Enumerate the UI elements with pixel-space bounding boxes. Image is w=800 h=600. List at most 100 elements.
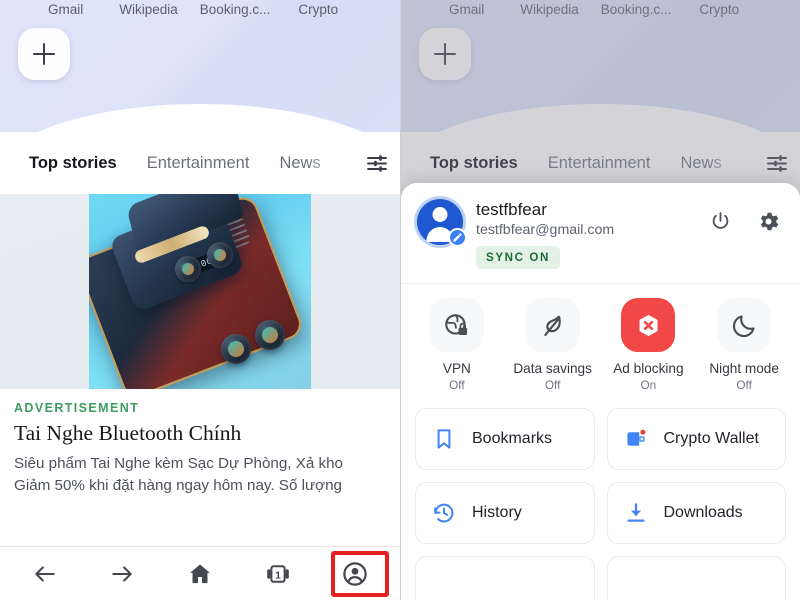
download-icon bbox=[624, 501, 648, 525]
history-glyph bbox=[434, 503, 454, 523]
nav-profile-button[interactable] bbox=[331, 554, 379, 594]
nav-back-button[interactable] bbox=[21, 554, 69, 594]
tabs-fade-overlay bbox=[308, 132, 354, 194]
article-subtitle-line-2: Giảm 50% khi đặt hàng ngay hôm nay. Số l… bbox=[14, 477, 342, 495]
quick-toggle-vpn[interactable]: VPN Off bbox=[409, 298, 505, 392]
account-name: testfbfear bbox=[476, 200, 547, 219]
top-site-crypto[interactable]: Crypto bbox=[298, 2, 338, 17]
quick-toggle-ad-blocking[interactable]: Ad blocking On bbox=[601, 298, 697, 392]
menu-tiles-grid: Bookmarks Crypto Wallet History Download… bbox=[401, 402, 800, 600]
arrow-left-icon bbox=[35, 565, 55, 582]
wallet-glyph bbox=[626, 429, 645, 446]
top-site-label: Wikipedia bbox=[119, 2, 178, 17]
top-site-label: Gmail bbox=[48, 2, 84, 17]
wallet-badge-dot bbox=[639, 429, 645, 435]
menu-tile-label: Downloads bbox=[663, 504, 743, 521]
speed-dial-header: Gmail Wikipedia Booking.c... Crypto bbox=[0, 0, 400, 132]
nav-home-button[interactable] bbox=[176, 554, 224, 594]
article-card[interactable]: 100 ADVERTISEMENT Tai Nghe Bluetooth Chí… bbox=[0, 194, 400, 498]
article-subtitle-line-1: Siêu phẩm Tai Nghe kèm Sạc Dự Phòng, Xả … bbox=[14, 455, 344, 472]
leaf-glyph bbox=[544, 315, 561, 336]
add-shortcut-button[interactable] bbox=[18, 28, 70, 80]
quick-toggle-state: On bbox=[640, 378, 657, 392]
sign-out-button[interactable] bbox=[704, 205, 736, 237]
moon-icon bbox=[717, 298, 772, 352]
quick-toggle-state: Off bbox=[449, 378, 465, 392]
screenshot-stage: Gmail Wikipedia Booking.c... Crypto Top … bbox=[0, 0, 800, 600]
article-body: ADVERTISEMENT Tai Nghe Bluetooth Chính S… bbox=[0, 389, 400, 497]
category-tabs: Top stories Entertainment News Spo bbox=[0, 154, 354, 173]
quick-toggle-night-mode[interactable]: Night mode Off bbox=[696, 298, 792, 392]
power-icon bbox=[712, 211, 728, 229]
download-glyph bbox=[626, 503, 645, 522]
account-email: testfbfear@gmail.com bbox=[476, 222, 615, 238]
article-image: 100 bbox=[0, 194, 400, 389]
top-site-label: Crypto bbox=[298, 2, 339, 17]
earbud-loose-1 bbox=[221, 334, 251, 364]
account-header[interactable]: testfbfear testfbfear@gmail.com SYNC ON bbox=[401, 183, 800, 269]
tab-entertainment[interactable]: Entertainment bbox=[132, 154, 265, 173]
menu-tile-crypto-wallet[interactable]: Crypto Wallet bbox=[606, 408, 786, 470]
avatar[interactable] bbox=[417, 199, 467, 247]
top-sites-row: Gmail Wikipedia Booking.c... Crypto bbox=[0, 0, 400, 17]
sliders-icon bbox=[367, 155, 387, 172]
quick-toggle-label: Ad blocking bbox=[613, 361, 684, 376]
account-details: testfbfear testfbfear@gmail.com SYNC ON bbox=[476, 199, 704, 269]
menu-tile-partial-left[interactable] bbox=[415, 556, 595, 600]
quick-toggle-data-savings[interactable]: Data savings Off bbox=[505, 298, 601, 392]
ad-block-glyph bbox=[639, 314, 658, 336]
quick-toggle-state: Off bbox=[544, 378, 561, 392]
tab-label: Entertainment bbox=[146, 153, 250, 172]
vpn-globe-lock-icon bbox=[429, 298, 484, 352]
product-photo: 100 bbox=[89, 194, 311, 389]
nav-tabs-button[interactable]: 1 bbox=[254, 554, 302, 594]
pencil-glyph bbox=[453, 233, 462, 242]
plus-icon bbox=[33, 43, 55, 65]
gear-icon bbox=[760, 212, 778, 230]
wallet-icon bbox=[624, 427, 648, 451]
quick-toggle-label: VPN bbox=[442, 361, 471, 376]
menu-tile-bookmarks[interactable]: Bookmarks bbox=[415, 408, 595, 470]
arrow-right-icon bbox=[112, 565, 133, 582]
panel-account-menu: Gmail Wikipedia Booking.c... Crypto Top … bbox=[400, 0, 800, 600]
home-icon bbox=[190, 563, 210, 583]
menu-tile-label: History bbox=[472, 504, 522, 521]
quick-toggles-row: VPN Off Data savings Off Ad blocking On … bbox=[401, 284, 800, 402]
tab-count-value: 1 bbox=[275, 569, 281, 581]
top-site-booking[interactable]: Booking.c... bbox=[200, 2, 271, 17]
status-badge: SYNC ON bbox=[476, 246, 561, 269]
account-actions bbox=[704, 205, 784, 237]
menu-tile-partial-right[interactable] bbox=[606, 556, 786, 600]
top-site-label: Booking.c... bbox=[199, 2, 271, 17]
account-menu-sheet: testfbfear testfbfear@gmail.com SYNC ON bbox=[401, 183, 800, 600]
tab-filter-button[interactable] bbox=[354, 132, 400, 194]
menu-tile-label: Crypto Wallet bbox=[663, 430, 759, 447]
tab-count-icon: 1 bbox=[266, 564, 289, 583]
tab-label: Top stories bbox=[29, 153, 117, 172]
pencil-icon[interactable] bbox=[448, 228, 467, 247]
settings-button[interactable] bbox=[752, 205, 784, 237]
account-circle-icon bbox=[343, 561, 367, 586]
globe-lock-glyph bbox=[445, 313, 468, 335]
article-title: Tai Nghe Bluetooth Chính bbox=[14, 421, 242, 445]
quick-toggle-label: Data savings bbox=[513, 361, 592, 376]
advertisement-badge: ADVERTISEMENT bbox=[14, 401, 140, 415]
history-clock-icon bbox=[432, 501, 456, 525]
nav-forward-button[interactable] bbox=[98, 554, 146, 594]
menu-tile-downloads[interactable]: Downloads bbox=[606, 482, 786, 544]
panel-browser-home: Gmail Wikipedia Booking.c... Crypto Top … bbox=[0, 0, 400, 600]
bookmark-icon bbox=[432, 427, 456, 451]
quick-toggle-label: Night mode bbox=[709, 361, 779, 376]
bottom-navigation-bar: 1 bbox=[0, 546, 400, 600]
menu-tile-label: Bookmarks bbox=[472, 430, 553, 447]
moon-glyph bbox=[732, 314, 755, 337]
tab-top-stories[interactable]: Top stories bbox=[14, 154, 132, 173]
category-tab-strip: Top stories Entertainment News Spo bbox=[0, 132, 400, 194]
bookmark-glyph bbox=[437, 429, 451, 449]
quick-toggle-state: Off bbox=[736, 378, 752, 392]
top-site-gmail[interactable]: Gmail bbox=[48, 2, 83, 17]
leaf-icon bbox=[525, 298, 580, 352]
menu-tile-history[interactable]: History bbox=[415, 482, 595, 544]
top-site-wikipedia[interactable]: Wikipedia bbox=[119, 2, 178, 17]
earbud-loose-2 bbox=[255, 320, 285, 350]
